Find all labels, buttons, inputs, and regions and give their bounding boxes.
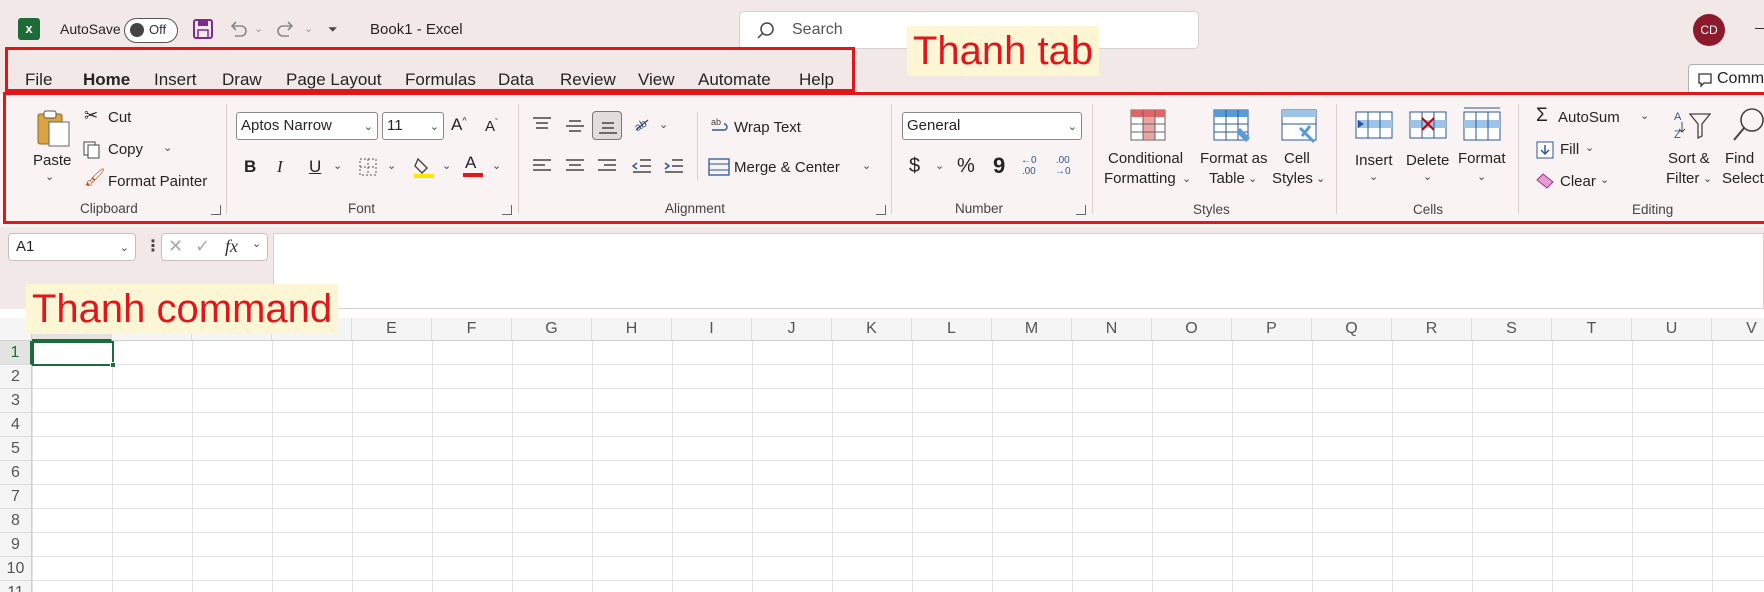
- undo-dropdown-icon[interactable]: ⌄: [254, 22, 263, 35]
- formula-input[interactable]: [273, 233, 1764, 309]
- name-box[interactable]: A1 ⌄: [8, 233, 136, 261]
- undo-icon[interactable]: [227, 18, 249, 40]
- autosave-toggle[interactable]: Off: [124, 18, 178, 43]
- column-header[interactable]: H: [592, 318, 672, 341]
- column-header[interactable]: V: [1712, 318, 1764, 341]
- column-header[interactable]: K: [832, 318, 912, 341]
- column-header[interactable]: O: [1152, 318, 1232, 341]
- selected-cell[interactable]: [32, 341, 114, 366]
- autosave-label: AutoSave: [60, 21, 121, 37]
- row-header[interactable]: 6: [0, 461, 32, 485]
- comments-label: Comm: [1717, 70, 1764, 87]
- autosave-state: Off: [149, 22, 167, 37]
- command-bar-highlight-box: [3, 92, 1764, 224]
- column-header[interactable]: E: [352, 318, 432, 341]
- column-header[interactable]: F: [432, 318, 512, 341]
- column-header[interactable]: M: [992, 318, 1072, 341]
- comment-icon: [1698, 73, 1712, 88]
- row-header[interactable]: 7: [0, 485, 32, 509]
- tab-bar-highlight-box: [5, 47, 855, 92]
- customize-toolbar-icon[interactable]: ⏷: [328, 22, 338, 37]
- row-header[interactable]: 1: [0, 341, 32, 365]
- save-icon[interactable]: [192, 18, 214, 40]
- comments-button[interactable]: Comm: [1688, 64, 1764, 94]
- document-title: Book1 - Excel: [370, 21, 463, 38]
- user-avatar[interactable]: CD: [1693, 14, 1725, 46]
- redo-icon[interactable]: [275, 18, 297, 40]
- row-header[interactable]: 2: [0, 365, 32, 389]
- minimize-icon[interactable]: [1755, 28, 1764, 29]
- row-header[interactable]: 8: [0, 509, 32, 533]
- column-header[interactable]: S: [1472, 318, 1552, 341]
- fill-handle[interactable]: [110, 362, 116, 368]
- column-header[interactable]: J: [752, 318, 832, 341]
- more-options-icon[interactable]: ⋮: [145, 236, 161, 256]
- name-box-chevron-icon: ⌄: [119, 242, 129, 254]
- command-bar-annotation: Thanh command: [26, 284, 339, 334]
- row-header[interactable]: 9: [0, 533, 32, 557]
- column-header[interactable]: Q: [1312, 318, 1392, 341]
- column-header[interactable]: U: [1632, 318, 1712, 341]
- cell-grid[interactable]: [32, 341, 1764, 592]
- search-placeholder: Search: [792, 21, 843, 38]
- toggle-knob: [130, 23, 144, 37]
- row-header[interactable]: 5: [0, 437, 32, 461]
- redo-dropdown-icon[interactable]: ⌄: [304, 22, 313, 35]
- insert-function-icon[interactable]: fx: [225, 236, 238, 257]
- column-header[interactable]: G: [512, 318, 592, 341]
- column-header[interactable]: N: [1072, 318, 1152, 341]
- row-header[interactable]: 11: [0, 581, 32, 592]
- column-header[interactable]: I: [672, 318, 752, 341]
- enter-icon[interactable]: ✓: [195, 236, 210, 257]
- column-header[interactable]: R: [1392, 318, 1472, 341]
- name-box-value: A1: [16, 238, 35, 255]
- row-header[interactable]: 3: [0, 389, 32, 413]
- cancel-icon[interactable]: ✕: [168, 236, 183, 257]
- formula-actions: ✕ ✓ fx ⌄: [161, 233, 268, 261]
- row-header[interactable]: 10: [0, 557, 32, 581]
- column-header[interactable]: P: [1232, 318, 1312, 341]
- search-icon: [757, 22, 774, 39]
- row-header[interactable]: 4: [0, 413, 32, 437]
- column-header[interactable]: L: [912, 318, 992, 341]
- fx-chevron-icon[interactable]: ⌄: [252, 237, 261, 250]
- column-header[interactable]: T: [1552, 318, 1632, 341]
- excel-logo-icon[interactable]: x: [18, 18, 40, 40]
- tab-bar-annotation: Thanh tab: [907, 26, 1100, 76]
